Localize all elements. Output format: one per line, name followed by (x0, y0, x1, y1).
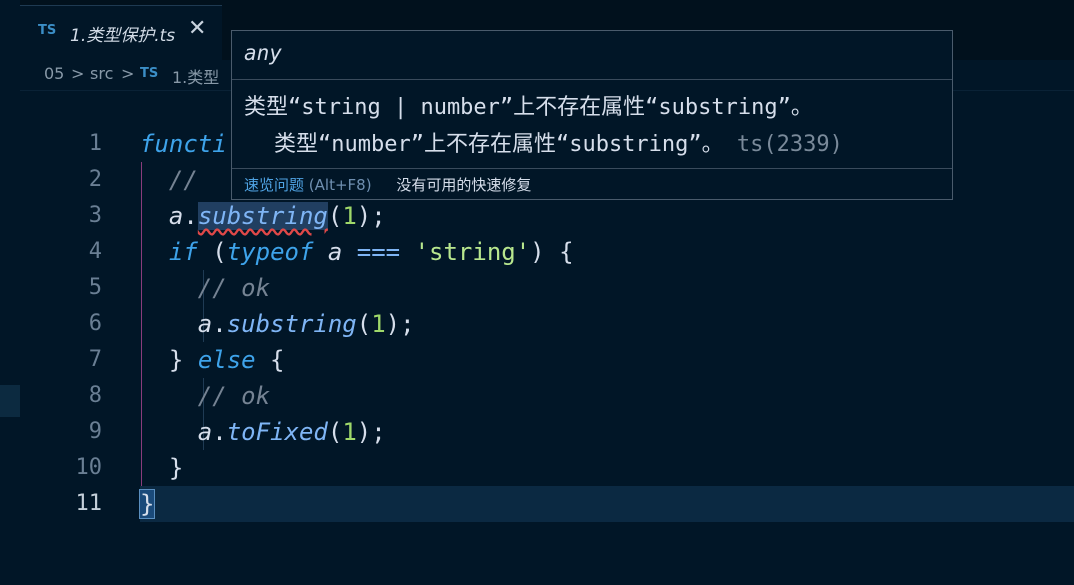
number-literal: 1 (342, 202, 357, 230)
paren-close: ) { (530, 238, 574, 266)
code-line-10[interactable]: } (140, 450, 1074, 486)
hover-tooltip: any 类型“string | number”上不存在属性“substring”… (231, 30, 953, 200)
error-message-line1: 类型“string | number”上不存在属性“substring”。 (244, 95, 813, 120)
code-line-9[interactable]: a.toFixed(1); (140, 414, 1074, 450)
code-line-5[interactable]: // ok (140, 270, 1074, 306)
tab-file[interactable]: TS 1.类型保护.ts ✕ (20, 5, 222, 61)
close-icon[interactable]: ✕ (188, 16, 206, 41)
paren-close: ); (356, 202, 386, 230)
punct-dot: . (212, 310, 227, 338)
method-toFixed: toFixed (226, 418, 328, 446)
error-message-line2: 类型“number”上不存在属性“substring”。 ts(2339) (274, 126, 843, 158)
line-number: 8 (88, 383, 102, 408)
breadcrumb-item-05[interactable]: 05 (44, 64, 64, 83)
code-line-4[interactable]: if (typeof a === 'string') { (140, 234, 1074, 270)
paren-open: ( (327, 418, 343, 446)
line-number-current: 11 (75, 491, 103, 516)
punct-dot: . (212, 418, 227, 446)
line-number: 1 (88, 131, 102, 156)
brace-close: } (168, 454, 184, 482)
tab-filename: 1.类型保护.ts (70, 26, 176, 46)
hover-type-signature: any (244, 41, 282, 65)
line-number: 7 (88, 347, 102, 372)
identifier-a: a (168, 202, 184, 230)
keyword-else: else (197, 346, 256, 374)
identifier-a: a (197, 418, 213, 446)
line-number: 9 (88, 419, 102, 444)
error-identifier-substring[interactable]: substring (197, 202, 328, 230)
peek-problem-link[interactable]: 速览问题 (Alt+F8) (244, 176, 372, 194)
keyword-if: if (168, 238, 198, 266)
divider (232, 79, 952, 80)
divider (232, 168, 952, 169)
activity-marker (0, 385, 20, 417)
keyword-typeof: typeof (226, 238, 314, 266)
line-number: 5 (88, 275, 102, 300)
paren-open: ( (197, 238, 227, 266)
brace-close: } (168, 346, 198, 374)
breadcrumb-item-src[interactable]: src (90, 64, 113, 83)
activity-bar (0, 0, 20, 585)
paren-close: ); (356, 418, 386, 446)
brace-open: { (255, 346, 285, 374)
number-literal: 1 (371, 310, 386, 338)
string-literal: 'string' (400, 238, 531, 266)
line-number-gutter: 1 2 3 4 5 6 7 8 9 10 11 (20, 126, 110, 522)
typescript-icon: TS (38, 23, 57, 38)
no-quick-fix-label: 没有可用的快速修复 (396, 176, 532, 194)
peek-problem-label: 速览问题 (244, 176, 305, 194)
identifier-a: a (197, 310, 213, 338)
method-substring: substring (226, 310, 357, 338)
chevron-right-icon: > (121, 64, 135, 83)
error-code: ts(2339) (736, 132, 843, 157)
breadcrumb-item-file[interactable]: 1.类型 (172, 64, 219, 88)
line-number: 2 (88, 167, 102, 192)
identifier-a: a (313, 238, 343, 266)
code-line-7[interactable]: } else { (140, 342, 1074, 378)
code-line-3[interactable]: a.substring(1); (140, 198, 1074, 234)
number-literal: 1 (342, 418, 357, 446)
brace-close-matched: } (138, 489, 156, 519)
paren-open: ( (356, 310, 372, 338)
paren-open: ( (327, 202, 343, 230)
paren-close: ); (385, 310, 415, 338)
code-line-8[interactable]: // ok (140, 378, 1074, 414)
peek-problem-shortcut: (Alt+F8) (308, 176, 372, 194)
code-line-11[interactable]: } (138, 486, 1074, 522)
punct-dot: . (183, 202, 198, 230)
line-number: 6 (88, 311, 102, 336)
chevron-right-icon: > (71, 64, 85, 83)
comment: // ok (197, 382, 271, 410)
comment: // ok (197, 274, 271, 302)
error-message-text: 类型“number”上不存在属性“substring”。 (274, 132, 724, 157)
line-number: 4 (88, 239, 102, 264)
code-line-6[interactable]: a.substring(1); (140, 306, 1074, 342)
operator: === (342, 238, 401, 266)
keyword-function: functi (140, 130, 227, 158)
comment: // (168, 166, 198, 194)
hover-actions: 速览问题 (Alt+F8) 没有可用的快速修复 (244, 174, 531, 195)
line-number: 10 (75, 455, 103, 480)
typescript-icon: TS (140, 66, 159, 81)
line-number: 3 (88, 203, 102, 228)
